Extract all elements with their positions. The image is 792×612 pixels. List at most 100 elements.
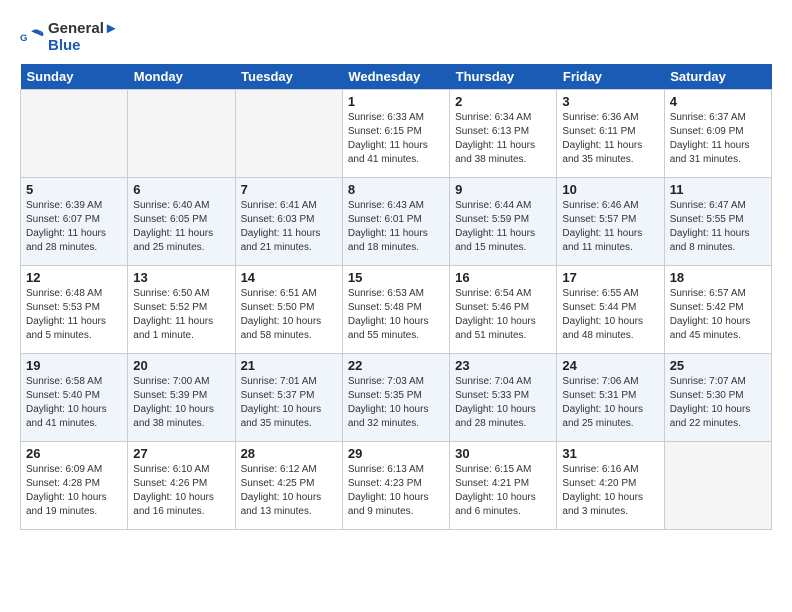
- calendar-cell: 13 Sunrise: 6:50 AM Sunset: 5:52 PM Dayli…: [128, 266, 235, 354]
- day-info: Sunrise: 7:00 AM Sunset: 5:39 PM Dayligh…: [133, 375, 229, 431]
- svg-text:G: G: [20, 33, 27, 44]
- col-header-sunday: Sunday: [21, 64, 128, 90]
- day-info: Sunrise: 6:54 AM Sunset: 5:46 PM Dayligh…: [455, 287, 551, 343]
- page-header: G General► Blue: [20, 20, 772, 54]
- day-info: Sunrise: 6:36 AM Sunset: 6:11 PM Dayligh…: [562, 111, 658, 167]
- day-info: Sunrise: 6:33 AM Sunset: 6:15 PM Dayligh…: [348, 111, 444, 167]
- day-info: Sunrise: 6:43 AM Sunset: 6:01 PM Dayligh…: [348, 199, 444, 255]
- day-info: Sunrise: 7:03 AM Sunset: 5:35 PM Dayligh…: [348, 375, 444, 431]
- week-row-1: 1 Sunrise: 6:33 AM Sunset: 6:15 PM Daylig…: [21, 90, 772, 178]
- day-number: 28: [241, 446, 337, 461]
- col-header-monday: Monday: [128, 64, 235, 90]
- calendar-cell: 5 Sunrise: 6:39 AM Sunset: 6:07 PM Daylig…: [21, 178, 128, 266]
- calendar-cell: [235, 90, 342, 178]
- day-info: Sunrise: 6:55 AM Sunset: 5:44 PM Dayligh…: [562, 287, 658, 343]
- day-info: Sunrise: 6:50 AM Sunset: 5:52 PM Dayligh…: [133, 287, 229, 343]
- calendar-cell: 11Sunrise: 6:47 AM Sunset: 5:55 PM Dayli…: [664, 178, 771, 266]
- calendar-cell: 10 Sunrise: 6:46 AM Sunset: 5:57 PM Dayli…: [557, 178, 664, 266]
- day-number: 2: [455, 94, 551, 109]
- calendar-cell: 19 Sunrise: 6:58 AM Sunset: 5:40 PM Dayli…: [21, 354, 128, 442]
- calendar-cell: 30 Sunrise: 6:15 AM Sunset: 4:21 PM Dayli…: [450, 442, 557, 530]
- calendar-cell: 15 Sunrise: 6:53 AM Sunset: 5:48 PM Dayli…: [342, 266, 449, 354]
- header-row: SundayMondayTuesdayWednesdayThursdayFrid…: [21, 64, 772, 90]
- day-number: 21: [241, 358, 337, 373]
- calendar-cell: 2 Sunrise: 6:34 AM Sunset: 6:13 PM Daylig…: [450, 90, 557, 178]
- calendar-cell: 1 Sunrise: 6:33 AM Sunset: 6:15 PM Daylig…: [342, 90, 449, 178]
- calendar-cell: 9 Sunrise: 6:44 AM Sunset: 5:59 PM Daylig…: [450, 178, 557, 266]
- day-info: Sunrise: 6:53 AM Sunset: 5:48 PM Dayligh…: [348, 287, 444, 343]
- day-number: 19: [26, 358, 122, 373]
- logo-icon: G: [20, 25, 44, 49]
- day-info: Sunrise: 6:58 AM Sunset: 5:40 PM Dayligh…: [26, 375, 122, 431]
- day-number: 13: [133, 270, 229, 285]
- calendar-cell: 25Sunrise: 7:07 AM Sunset: 5:30 PM Dayli…: [664, 354, 771, 442]
- day-info: Sunrise: 7:07 AM Sunset: 5:30 PM Dayligh…: [670, 375, 766, 431]
- day-number: 22: [348, 358, 444, 373]
- calendar-cell: 7 Sunrise: 6:41 AM Sunset: 6:03 PM Daylig…: [235, 178, 342, 266]
- calendar-cell: 12Sunrise: 6:48 AM Sunset: 5:53 PM Dayli…: [21, 266, 128, 354]
- week-row-2: 5 Sunrise: 6:39 AM Sunset: 6:07 PM Daylig…: [21, 178, 772, 266]
- day-info: Sunrise: 6:16 AM Sunset: 4:20 PM Dayligh…: [562, 463, 658, 519]
- day-info: Sunrise: 6:10 AM Sunset: 4:26 PM Dayligh…: [133, 463, 229, 519]
- day-info: Sunrise: 6:12 AM Sunset: 4:25 PM Dayligh…: [241, 463, 337, 519]
- day-info: Sunrise: 6:15 AM Sunset: 4:21 PM Dayligh…: [455, 463, 551, 519]
- day-info: Sunrise: 6:57 AM Sunset: 5:42 PM Dayligh…: [670, 287, 766, 343]
- calendar-cell: 17Sunrise: 6:55 AM Sunset: 5:44 PM Dayli…: [557, 266, 664, 354]
- day-number: 4: [670, 94, 766, 109]
- day-info: Sunrise: 6:09 AM Sunset: 4:28 PM Dayligh…: [26, 463, 122, 519]
- calendar-cell: 6 Sunrise: 6:40 AM Sunset: 6:05 PM Daylig…: [128, 178, 235, 266]
- day-info: Sunrise: 6:13 AM Sunset: 4:23 PM Dayligh…: [348, 463, 444, 519]
- day-number: 3: [562, 94, 658, 109]
- day-number: 9: [455, 182, 551, 197]
- day-info: Sunrise: 6:40 AM Sunset: 6:05 PM Dayligh…: [133, 199, 229, 255]
- day-info: Sunrise: 6:44 AM Sunset: 5:59 PM Dayligh…: [455, 199, 551, 255]
- calendar-cell: 22 Sunrise: 7:03 AM Sunset: 5:35 PM Dayli…: [342, 354, 449, 442]
- week-row-5: 26 Sunrise: 6:09 AM Sunset: 4:28 PM Dayli…: [21, 442, 772, 530]
- day-number: 5: [26, 182, 122, 197]
- calendar-cell: 20 Sunrise: 7:00 AM Sunset: 5:39 PM Dayli…: [128, 354, 235, 442]
- day-number: 6: [133, 182, 229, 197]
- calendar-cell: 23Sunrise: 7:04 AM Sunset: 5:33 PM Dayli…: [450, 354, 557, 442]
- day-number: 8: [348, 182, 444, 197]
- day-number: 14: [241, 270, 337, 285]
- day-number: 18: [670, 270, 766, 285]
- calendar-cell: [21, 90, 128, 178]
- day-info: Sunrise: 7:06 AM Sunset: 5:31 PM Dayligh…: [562, 375, 658, 431]
- calendar-cell: [128, 90, 235, 178]
- calendar-cell: 18 Sunrise: 6:57 AM Sunset: 5:42 PM Dayli…: [664, 266, 771, 354]
- logo-text: General► Blue: [48, 20, 119, 54]
- calendar-table: SundayMondayTuesdayWednesdayThursdayFrid…: [20, 64, 772, 530]
- logo: G General► Blue: [20, 20, 119, 54]
- calendar-cell: [664, 442, 771, 530]
- day-number: 30: [455, 446, 551, 461]
- day-info: Sunrise: 6:37 AM Sunset: 6:09 PM Dayligh…: [670, 111, 766, 167]
- day-info: Sunrise: 6:51 AM Sunset: 5:50 PM Dayligh…: [241, 287, 337, 343]
- col-header-tuesday: Tuesday: [235, 64, 342, 90]
- day-number: 15: [348, 270, 444, 285]
- day-info: Sunrise: 6:41 AM Sunset: 6:03 PM Dayligh…: [241, 199, 337, 255]
- calendar-cell: 28 Sunrise: 6:12 AM Sunset: 4:25 PM Dayli…: [235, 442, 342, 530]
- calendar-cell: 16Sunrise: 6:54 AM Sunset: 5:46 PM Dayli…: [450, 266, 557, 354]
- col-header-thursday: Thursday: [450, 64, 557, 90]
- day-number: 7: [241, 182, 337, 197]
- week-row-3: 12Sunrise: 6:48 AM Sunset: 5:53 PM Dayli…: [21, 266, 772, 354]
- day-number: 31: [562, 446, 658, 461]
- col-header-wednesday: Wednesday: [342, 64, 449, 90]
- day-number: 11: [670, 182, 766, 197]
- day-number: 20: [133, 358, 229, 373]
- day-number: 26: [26, 446, 122, 461]
- calendar-cell: 14 Sunrise: 6:51 AM Sunset: 5:50 PM Dayli…: [235, 266, 342, 354]
- calendar-cell: 4 Sunrise: 6:37 AM Sunset: 6:09 PM Daylig…: [664, 90, 771, 178]
- day-number: 10: [562, 182, 658, 197]
- day-info: Sunrise: 6:34 AM Sunset: 6:13 PM Dayligh…: [455, 111, 551, 167]
- calendar-cell: 29 Sunrise: 6:13 AM Sunset: 4:23 PM Dayli…: [342, 442, 449, 530]
- day-number: 27: [133, 446, 229, 461]
- day-info: Sunrise: 6:46 AM Sunset: 5:57 PM Dayligh…: [562, 199, 658, 255]
- day-info: Sunrise: 6:39 AM Sunset: 6:07 PM Dayligh…: [26, 199, 122, 255]
- day-info: Sunrise: 7:04 AM Sunset: 5:33 PM Dayligh…: [455, 375, 551, 431]
- day-number: 1: [348, 94, 444, 109]
- day-info: Sunrise: 6:48 AM Sunset: 5:53 PM Dayligh…: [26, 287, 122, 343]
- day-info: Sunrise: 7:01 AM Sunset: 5:37 PM Dayligh…: [241, 375, 337, 431]
- calendar-cell: 3 Sunrise: 6:36 AM Sunset: 6:11 PM Daylig…: [557, 90, 664, 178]
- day-number: 29: [348, 446, 444, 461]
